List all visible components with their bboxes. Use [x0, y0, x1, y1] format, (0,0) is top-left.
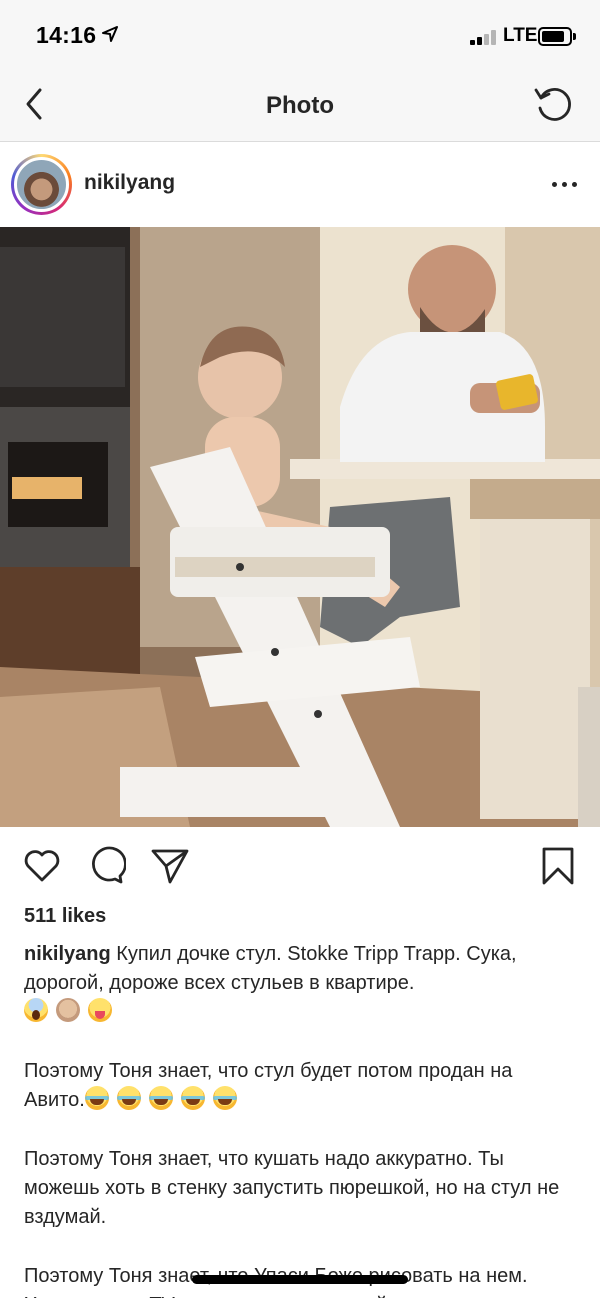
- likes-count[interactable]: 511 likes: [24, 905, 106, 928]
- post-caption: nikilyang Купил дочке стул. Stokke Tripp…: [24, 940, 576, 1298]
- screaming-face-emoji: [24, 998, 48, 1022]
- location-arrow-icon: [102, 26, 118, 42]
- laughing-emoji: [84, 1086, 109, 1110]
- caption-paragraph: Поэтому Тоня знает, что кушать надо акку…: [24, 1145, 576, 1232]
- laughing-emoji: [116, 1086, 141, 1110]
- refresh-button[interactable]: [532, 82, 576, 126]
- post-username[interactable]: nikilyang: [84, 171, 175, 195]
- save-button[interactable]: [538, 846, 578, 886]
- refresh-icon: [534, 88, 571, 121]
- nav-bar: Photo: [0, 70, 600, 142]
- status-bar: 14:16 LTE: [0, 0, 600, 70]
- avatar[interactable]: [14, 157, 69, 212]
- battery-tip: [573, 33, 576, 40]
- laughing-emoji: [212, 1086, 237, 1110]
- laughing-emoji: [148, 1086, 173, 1110]
- like-button[interactable]: [22, 846, 62, 886]
- post-photo[interactable]: [0, 227, 600, 827]
- status-time: 14:16: [36, 22, 97, 48]
- laughing-emoji: [180, 1086, 205, 1110]
- comment-button[interactable]: [86, 846, 126, 886]
- send-icon: [151, 849, 189, 884]
- cell-signal-icon: [470, 29, 498, 45]
- page-title: Photo: [266, 92, 334, 119]
- share-button[interactable]: [150, 846, 190, 886]
- more-options-button[interactable]: [550, 172, 580, 196]
- facepalm-emoji: [56, 998, 80, 1022]
- heart-icon: [24, 850, 60, 882]
- zany-face-emoji: [88, 998, 112, 1022]
- post-actions: [0, 840, 600, 890]
- story-ring[interactable]: [11, 154, 72, 215]
- bookmark-icon: [542, 847, 574, 885]
- post-header: nikilyang: [0, 142, 600, 227]
- caption-username[interactable]: nikilyang: [24, 943, 111, 965]
- caption-paragraph: Поэтому Тоня знает, что стул будет потом…: [24, 1057, 576, 1115]
- caption-paragraph: nikilyang Купил дочке стул. Stokke Tripp…: [24, 940, 576, 1027]
- home-indicator[interactable]: [192, 1275, 408, 1284]
- caption-text: Поэтому Тоня знает, что кушать надо акку…: [24, 1148, 560, 1228]
- photo-scene: [0, 227, 600, 827]
- comment-icon: [92, 846, 126, 884]
- battery-icon: [538, 27, 572, 46]
- network-type: LTE: [503, 25, 538, 46]
